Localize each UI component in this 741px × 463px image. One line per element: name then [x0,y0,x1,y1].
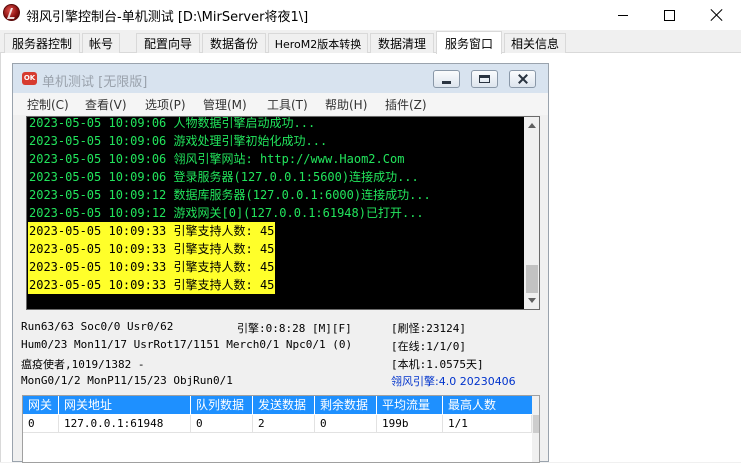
log-line: 2023-05-05 10:09:06 游戏处理引擎初始化成功... [29,134,328,148]
maximize-icon [663,9,675,21]
table-header-remaining[interactable]: 剩余数据 [315,396,377,414]
log-line-highlighted: 2023-05-05 10:09:33 引擎支持人数: 45 [28,258,276,276]
status-online: [在线:1/1/0] [391,340,466,353]
log-line: 2023-05-05 10:09:06 登录服务器(127.0.0.1:5600… [29,170,419,184]
child-window-titlebar[interactable]: OK 单机测试 [无限版] [13,64,548,93]
status-hum: Hum0/23 Mon11/17 UsrRot17/1151 Merch0/1 … [21,338,353,351]
tab-server-control[interactable]: 服务器控制 [4,33,80,53]
menu-control[interactable]: 控制(C) [27,96,69,113]
log-line: 2023-05-05 10:09:12 游戏网关[0](127.0.0.1:61… [29,206,424,220]
menu-tools[interactable]: 工具(T) [267,96,308,113]
table-header-gateway[interactable]: 网关 [23,396,59,414]
server-child-window: OK 单机测试 [无限版] 控制(C) 查看(V) 选项(P) 管理(M) 工具… [12,63,549,463]
minimize-icon [442,80,451,84]
tab-related-info[interactable]: 相关信息 [504,33,566,53]
log-line: 2023-05-05 10:09:06 人物数据引擎启动成功... [29,116,316,130]
child-menubar: 控制(C) 查看(V) 选项(P) 管理(M) 工具(T) 帮助(H) 插件(Z… [13,93,548,115]
table-cell[interactable]: 1/1 [443,415,532,433]
status-mongo: MonG0/1/2 MonP11/15/23 ObjRun0/1 [21,374,233,387]
status-version: 翎风引擎:4.0 20230406 [391,375,516,388]
table-header-avg-traffic[interactable]: 平均流量 [377,396,443,414]
tab-config-wizard[interactable]: 配置向导 [136,33,200,53]
menu-manage[interactable]: 管理(M) [203,96,247,113]
close-icon [710,8,724,22]
close-button[interactable] [694,0,740,30]
log-scrollbar[interactable] [524,117,539,309]
window-titlebar[interactable]: 翎风引擎控制台-单机测试 [D:\MirServer将夜1\] [0,0,741,30]
log-console[interactable]: 2023-05-05 10:09:06 人物数据引擎启动成功... 2023-0… [26,116,540,310]
table-cell[interactable]: 0 [191,415,253,433]
child-app-icon[interactable]: OK [22,72,37,85]
status-refresh: [刷怪:23124] [391,322,466,335]
menu-view[interactable]: 查看(V) [85,96,127,113]
scroll-thumb[interactable] [533,415,539,433]
table-header-address[interactable]: 网关地址 [59,396,191,414]
app-logo-icon[interactable] [3,4,20,21]
log-line-highlighted: 2023-05-05 10:09:33 引擎支持人数: 45 [28,276,276,294]
status-monster: 瘟疫使者,1019/1382 - [21,358,145,371]
table-cell[interactable]: 0 [23,415,59,433]
maximize-icon [479,75,490,83]
menu-plugins[interactable]: 插件(Z) [385,96,427,113]
minimize-button[interactable] [600,0,646,30]
table-cell[interactable]: 199b [377,415,443,433]
tab-herom2-convert[interactable]: HeroM2版本转换 [268,33,368,53]
tab-account[interactable]: 帐号 [82,33,120,53]
table-cell[interactable]: 0 [315,415,377,433]
child-maximize-button[interactable] [471,70,498,88]
scroll-thumb[interactable] [526,265,538,293]
scroll-up-icon[interactable] [528,123,536,128]
tab-data-backup[interactable]: 数据备份 [202,33,266,53]
log-line-highlighted: 2023-05-05 10:09:33 引擎支持人数: 45 [28,222,276,240]
table-scrollbar[interactable] [532,396,539,462]
tab-service-window[interactable]: 服务窗口 [436,31,502,54]
table-header-queue[interactable]: 队列数据 [191,396,253,414]
child-close-button[interactable] [509,70,536,88]
table-header-sent[interactable]: 发送数据 [253,396,315,414]
menu-help[interactable]: 帮助(H) [325,96,367,113]
main-tab-strip: 服务器控制 帐号 配置向导 数据备份 HeroM2版本转换 数据清理 服务窗口 … [0,31,741,54]
status-engine-time: 引擎:0:8:28 [M][F] [237,322,352,335]
status-local: [本机:1.0575天] [391,358,484,371]
maximize-button[interactable] [646,0,692,30]
table-cell[interactable]: 127.0.0.1:61948 [59,415,191,433]
child-window-title: 单机测试 [无限版] [42,75,148,90]
scroll-down-icon[interactable] [528,298,536,303]
close-icon [518,74,528,84]
table-cell[interactable]: 2 [253,415,315,433]
log-line: 2023-05-05 10:09:06 翎风引擎网站: http://www.H… [29,152,405,166]
tab-data-cleanup[interactable]: 数据清理 [370,33,434,53]
menu-options[interactable]: 选项(P) [145,96,186,113]
log-line-highlighted: 2023-05-05 10:09:33 引擎支持人数: 45 [28,240,276,258]
table-header-max-users[interactable]: 最高人数 [443,396,532,414]
gateway-table[interactable]: 网关 网关地址 队列数据 发送数据 剩余数据 平均流量 最高人数 0 127.0… [22,395,540,463]
log-line: 2023-05-05 10:09:12 数据库服务器(127.0.0.1:600… [29,188,431,202]
window-title: 翎风引擎控制台-单机测试 [D:\MirServer将夜1\] [26,10,309,25]
status-run: Run63/63 Soc0/0 Usr0/62 [21,320,174,333]
child-minimize-button[interactable] [433,70,460,88]
minimize-icon [618,14,628,16]
